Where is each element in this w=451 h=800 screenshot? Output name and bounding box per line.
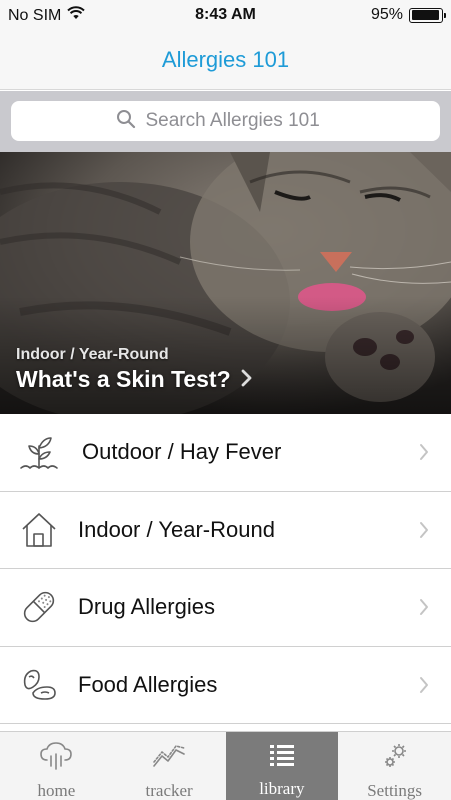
list-item-label: Outdoor / Hay Fever: [82, 439, 282, 465]
chevron-right-icon: [241, 366, 252, 393]
hero-title-row[interactable]: What's a Skin Test?: [16, 366, 252, 393]
pill-icon: [0, 587, 78, 627]
tab-library[interactable]: library: [225, 732, 339, 800]
hero-category: Indoor / Year-Round: [16, 346, 169, 363]
list-item-outdoor[interactable]: Outdoor / Hay Fever: [0, 414, 451, 492]
tab-label: library: [259, 779, 305, 798]
battery-fill: [411, 10, 440, 20]
line-chart-icon: [152, 742, 186, 775]
cloud-rain-icon: [39, 742, 73, 775]
status-right: 95%: [370, 6, 446, 24]
gears-icon: [381, 742, 409, 775]
featured-article-banner[interactable]: Indoor / Year-Round What's a Skin Test?: [0, 152, 451, 414]
navigation-bar: Allergies 101: [0, 30, 451, 90]
chevron-right-icon: [419, 676, 429, 699]
list-icon: [269, 742, 295, 773]
category-list: Outdoor / Hay Fever Indoor / Year-Round: [0, 414, 451, 724]
list-item-label: Drug Allergies: [78, 594, 215, 620]
page-title: Allergies 101: [161, 47, 290, 72]
list-item-indoor[interactable]: Indoor / Year-Round: [0, 491, 451, 569]
tab-home[interactable]: home: [0, 732, 113, 800]
plant-icon: [0, 432, 78, 472]
search-area: [0, 91, 451, 152]
list-item-food[interactable]: Food Allergies: [0, 646, 451, 724]
tab-tracker[interactable]: tracker: [113, 732, 226, 800]
tab-bar: home tracker library Settings: [0, 731, 451, 800]
chevron-right-icon: [419, 521, 429, 544]
search-icon: [116, 109, 136, 134]
tab-label: home: [37, 781, 76, 800]
list-item-drug[interactable]: Drug Allergies: [0, 569, 451, 647]
battery-icon: [409, 7, 446, 23]
hero-title: What's a Skin Test?: [16, 366, 231, 392]
status-bar: No SIM 8:43 AM 95%: [0, 0, 451, 30]
list-item-label: Food Allergies: [78, 671, 218, 697]
battery-percent: 95%: [370, 6, 403, 23]
list-item-label: Indoor / Year-Round: [78, 516, 275, 542]
search-input[interactable]: [145, 110, 336, 132]
beans-icon: [0, 665, 78, 705]
search-box[interactable]: [11, 101, 440, 141]
tab-settings[interactable]: Settings: [338, 732, 451, 800]
tab-label: tracker: [145, 781, 193, 800]
chevron-right-icon: [419, 598, 429, 621]
hero-text: Indoor / Year-Round What's a Skin Test?: [16, 346, 252, 393]
chevron-right-icon: [419, 443, 429, 466]
tab-label: Settings: [367, 781, 423, 800]
house-icon: [0, 510, 78, 550]
